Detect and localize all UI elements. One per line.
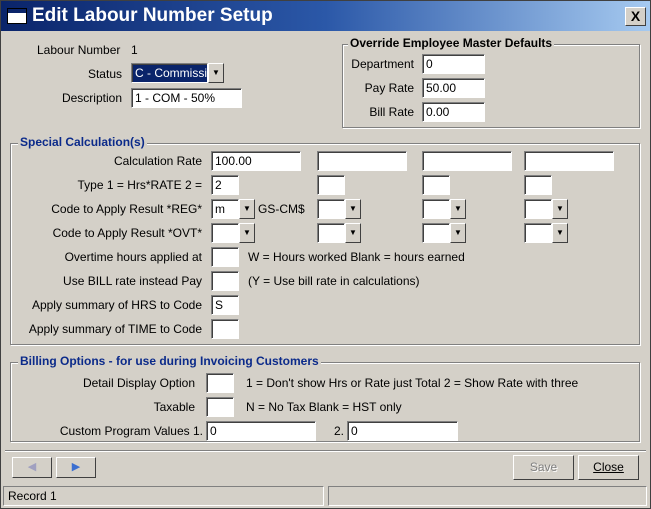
reg-code-value-4	[524, 199, 552, 219]
title-bar[interactable]: Edit Labour Number Setup X	[1, 1, 650, 31]
reg-code-value-1: m	[211, 199, 239, 219]
use-bill-rate-label: Use BILL rate instead Pay	[63, 274, 202, 288]
pay-rate-label: Pay Rate	[364, 81, 414, 95]
ovt-code-select-1[interactable]: ▼	[211, 223, 255, 243]
ovt-code-value-3	[422, 223, 450, 243]
chevron-down-icon[interactable]: ▼	[345, 199, 361, 219]
taxable-hint: N = No Tax Blank = HST only	[246, 400, 402, 414]
custom-value-2-field[interactable]: 0	[347, 421, 458, 441]
chevron-down-icon[interactable]: ▼	[208, 63, 224, 83]
pay-rate-field[interactable]: 50.00	[422, 78, 485, 98]
special-calculations-group	[10, 143, 640, 345]
status-select[interactable]: C - Commissi ▼	[131, 63, 224, 83]
chevron-down-icon[interactable]: ▼	[450, 223, 466, 243]
edit-labour-number-window: Edit Labour Number Setup X Labour Number…	[0, 0, 651, 509]
reg-code-select-3[interactable]: ▼	[422, 199, 466, 219]
close-button[interactable]: Close	[578, 455, 639, 480]
reg-code-select-1[interactable]: m ▼	[211, 199, 255, 219]
calculation-rate-field-4[interactable]	[524, 151, 614, 171]
type-field-3[interactable]	[422, 175, 450, 195]
status-label: Status	[87, 67, 122, 81]
previous-record-button[interactable]: ◀	[12, 457, 52, 478]
use-bill-rate-hint: (Y = Use bill rate in calculations)	[248, 274, 420, 288]
chevron-down-icon[interactable]: ▼	[345, 223, 361, 243]
next-record-button[interactable]: ▶	[56, 457, 96, 478]
status-select-value: C - Commissi	[131, 63, 208, 83]
detail-display-label: Detail Display Option	[82, 376, 195, 390]
time-summary-field[interactable]	[211, 319, 239, 339]
type-field-2[interactable]	[317, 175, 345, 195]
override-defaults-title: Override Employee Master Defaults	[348, 36, 555, 51]
ovt-code-select-2[interactable]: ▼	[317, 223, 361, 243]
chevron-down-icon[interactable]: ▼	[239, 223, 255, 243]
reg-code-select-2[interactable]: ▼	[317, 199, 361, 219]
reg-code-select-4[interactable]: ▼	[524, 199, 568, 219]
save-button[interactable]: Save	[513, 455, 574, 480]
window-icon	[7, 8, 27, 24]
custom-value-1-field[interactable]: 0	[206, 421, 316, 441]
hrs-summary-label: Apply summary of HRS to Code	[31, 298, 202, 312]
chevron-down-icon[interactable]: ▼	[552, 199, 568, 219]
reg-code-text: GS-CM$	[258, 202, 305, 216]
department-label: Department	[351, 57, 414, 71]
ovt-code-value-2	[317, 223, 345, 243]
ovt-code-value-1	[211, 223, 239, 243]
chevron-down-icon[interactable]: ▼	[552, 223, 568, 243]
record-status: Record 1	[3, 486, 324, 506]
custom-values-label: Custom Program Values 1.	[59, 424, 203, 438]
description-label: Description	[61, 91, 122, 105]
calculation-rate-field-2[interactable]	[317, 151, 407, 171]
reg-code-label: Code to Apply Result *REG*	[51, 202, 202, 216]
calculation-rate-field-3[interactable]	[422, 151, 512, 171]
bill-rate-label: Bill Rate	[369, 105, 414, 119]
type-field-1[interactable]: 2	[211, 175, 239, 195]
calculation-rate-field-1[interactable]: 100.00	[211, 151, 301, 171]
detail-display-field[interactable]	[206, 373, 234, 393]
bill-rate-field[interactable]: 0.00	[422, 102, 485, 122]
status-bar: Record 1	[1, 484, 650, 508]
separator	[5, 450, 646, 452]
labour-number-label: Labour Number	[37, 43, 121, 57]
chevron-down-icon[interactable]: ▼	[450, 199, 466, 219]
use-bill-rate-field[interactable]	[211, 271, 239, 291]
reg-code-value-3	[422, 199, 450, 219]
overtime-label: Overtime hours applied at	[64, 250, 202, 264]
overtime-field[interactable]	[211, 247, 239, 267]
chevron-down-icon[interactable]: ▼	[239, 199, 255, 219]
window-title: Edit Labour Number Setup	[32, 5, 273, 26]
billing-options-title: Billing Options - for use during Invoici…	[18, 354, 321, 369]
custom-value-2-label: 2.	[334, 424, 345, 438]
labour-number-value: 1	[131, 43, 138, 57]
reg-code-value-2	[317, 199, 345, 219]
ovt-code-select-3[interactable]: ▼	[422, 223, 466, 243]
special-calculations-title: Special Calculation(s)	[18, 135, 147, 150]
ovt-code-value-4	[524, 223, 552, 243]
arrow-left-icon: ◀	[27, 461, 37, 473]
ovt-code-select-4[interactable]: ▼	[524, 223, 568, 243]
time-summary-label: Apply summary of TIME to Code	[28, 322, 202, 336]
status-panel-2	[328, 486, 647, 506]
detail-display-hint: 1 = Don't show Hrs or Rate just Total 2 …	[246, 376, 579, 390]
arrow-right-icon: ▶	[71, 461, 81, 473]
ovt-code-label: Code to Apply Result *OVT*	[52, 226, 202, 240]
type-label: Type 1 = Hrs*RATE 2 =	[77, 178, 203, 192]
description-field[interactable]: 1 - COM - 50%	[131, 88, 242, 108]
calculation-rate-label: Calculation Rate	[113, 154, 202, 168]
close-window-button[interactable]: X	[625, 7, 646, 26]
hrs-summary-field[interactable]: S	[211, 295, 239, 315]
type-field-4[interactable]	[524, 175, 552, 195]
overtime-hint: W = Hours worked Blank = hours earned	[248, 250, 465, 264]
taxable-field[interactable]	[206, 397, 234, 417]
department-field[interactable]: 0	[422, 54, 485, 74]
taxable-label: Taxable	[153, 400, 195, 414]
